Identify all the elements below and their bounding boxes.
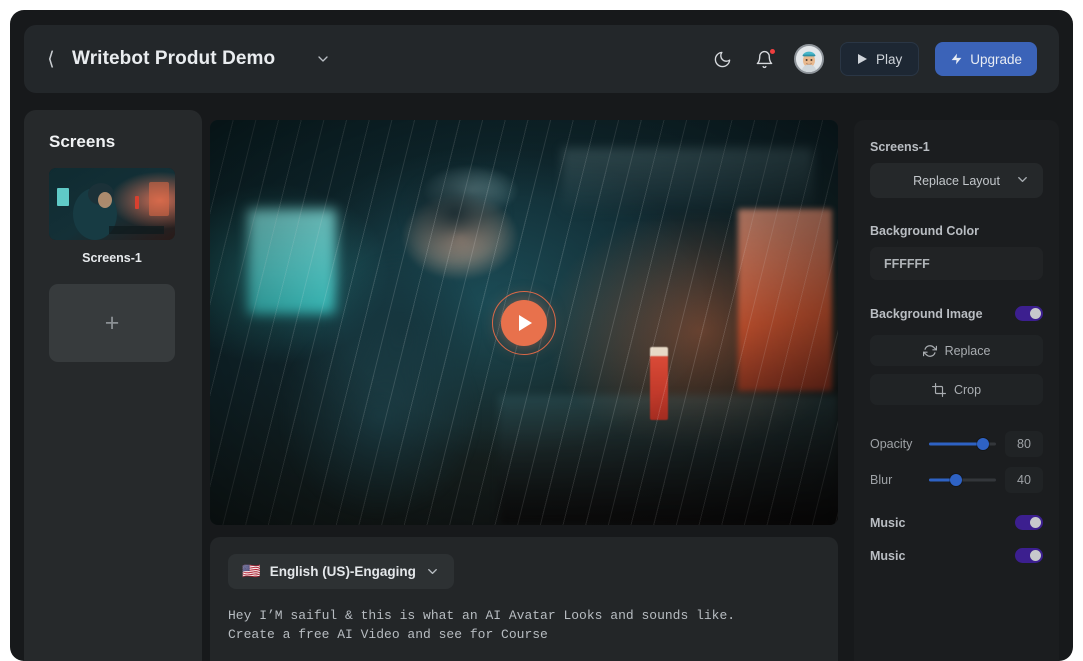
layout-select-value: Replace Layout xyxy=(913,173,1000,188)
script-panel: 🇺🇸 English (US)-Engaging Hey I’M saiful … xyxy=(210,537,838,661)
background-color-label: Background Color xyxy=(870,224,980,238)
back-chevron-icon[interactable]: ⟨ xyxy=(44,49,58,69)
language-selector-label: English (US)-Engaging xyxy=(269,564,416,579)
canvas-play-button[interactable] xyxy=(492,290,556,355)
toggle-knob xyxy=(1030,517,1041,528)
page-frame: ⟨ Writebot Produt Demo Play Upgrade Scre… xyxy=(0,0,1083,661)
sidebar-title: Screens xyxy=(49,132,116,151)
opacity-slider-row: Opacity 80 xyxy=(870,431,1043,457)
music-row-2: Music xyxy=(870,548,1043,563)
music-toggle-2[interactable] xyxy=(1015,548,1043,563)
chevron-down-icon xyxy=(428,569,437,574)
opacity-slider[interactable] xyxy=(929,437,996,451)
blur-slider-row: Blur 40 xyxy=(870,467,1043,493)
opacity-value[interactable]: 80 xyxy=(1005,431,1043,457)
replace-image-button[interactable]: Replace xyxy=(870,335,1043,366)
lightning-bolt-icon xyxy=(951,53,962,65)
plus-icon: + xyxy=(104,308,120,337)
blur-value[interactable]: 40 xyxy=(1005,467,1043,493)
properties-panel: Screens-1 Replace Layout Background Colo… xyxy=(854,120,1059,661)
app-header: ⟨ Writebot Produt Demo Play Upgrade xyxy=(24,25,1059,93)
music-label-2: Music xyxy=(870,548,906,563)
play-button-label: Play xyxy=(875,51,903,67)
page-title: Writebot Produt Demo xyxy=(72,48,276,69)
play-triangle-icon xyxy=(519,314,532,331)
blur-slider[interactable] xyxy=(929,473,996,487)
slider-thumb[interactable] xyxy=(976,438,989,450)
title-dropdown-caret-icon[interactable] xyxy=(315,51,331,67)
slider-fill xyxy=(929,442,983,446)
layout-select[interactable]: Replace Layout xyxy=(870,163,1043,198)
crop-image-button[interactable]: Crop xyxy=(870,374,1043,405)
crop-image-label: Crop xyxy=(953,382,982,397)
screens-sidebar: Screens Screens-1 + xyxy=(24,110,202,661)
add-screen-button[interactable]: + xyxy=(49,284,175,362)
opacity-label: Opacity xyxy=(870,437,913,451)
video-canvas[interactable] xyxy=(210,120,838,525)
screen-thumbnail-label: Screens-1 xyxy=(82,251,142,265)
refresh-icon xyxy=(922,344,937,357)
blur-label: Blur xyxy=(870,473,893,487)
toggle-knob xyxy=(1030,308,1041,319)
bell-icon[interactable] xyxy=(752,46,778,72)
app-window: ⟨ Writebot Produt Demo Play Upgrade Scre… xyxy=(10,10,1073,661)
music-row-1: Music xyxy=(870,515,1043,530)
moon-icon[interactable] xyxy=(710,46,736,72)
script-text[interactable]: Hey I’M saiful & this is what an AI Avat… xyxy=(228,607,820,645)
background-image-label: Background Image xyxy=(870,306,983,321)
header-right-group: Play Upgrade xyxy=(710,42,1037,76)
background-image-toggle[interactable] xyxy=(1015,306,1043,321)
replace-image-label: Replace xyxy=(944,343,991,358)
slider-thumb[interactable] xyxy=(949,474,962,486)
notification-badge-dot xyxy=(768,48,776,55)
screen-thumbnail-1[interactable] xyxy=(49,168,175,240)
play-circle-icon xyxy=(501,299,547,346)
music-toggle-1[interactable] xyxy=(1015,515,1043,530)
us-flag-icon: 🇺🇸 xyxy=(242,562,261,580)
music-label-1: Music xyxy=(870,515,906,530)
crop-icon xyxy=(931,382,946,397)
play-button[interactable]: Play xyxy=(839,42,920,76)
background-color-input[interactable]: FFFFFF xyxy=(870,247,1043,280)
user-avatar[interactable] xyxy=(793,44,824,74)
properties-screen-name: Screens-1 xyxy=(870,140,930,154)
chevron-down-icon xyxy=(1015,172,1030,190)
header-left-group: ⟨ Writebot Produt Demo xyxy=(44,48,710,70)
upgrade-button[interactable]: Upgrade xyxy=(935,42,1037,76)
background-image-row: Background Image xyxy=(870,306,1043,321)
toggle-knob xyxy=(1030,550,1041,561)
language-selector[interactable]: 🇺🇸 English (US)-Engaging xyxy=(228,554,454,589)
play-triangle-icon xyxy=(857,54,867,64)
upgrade-button-label: Upgrade xyxy=(970,51,1022,67)
